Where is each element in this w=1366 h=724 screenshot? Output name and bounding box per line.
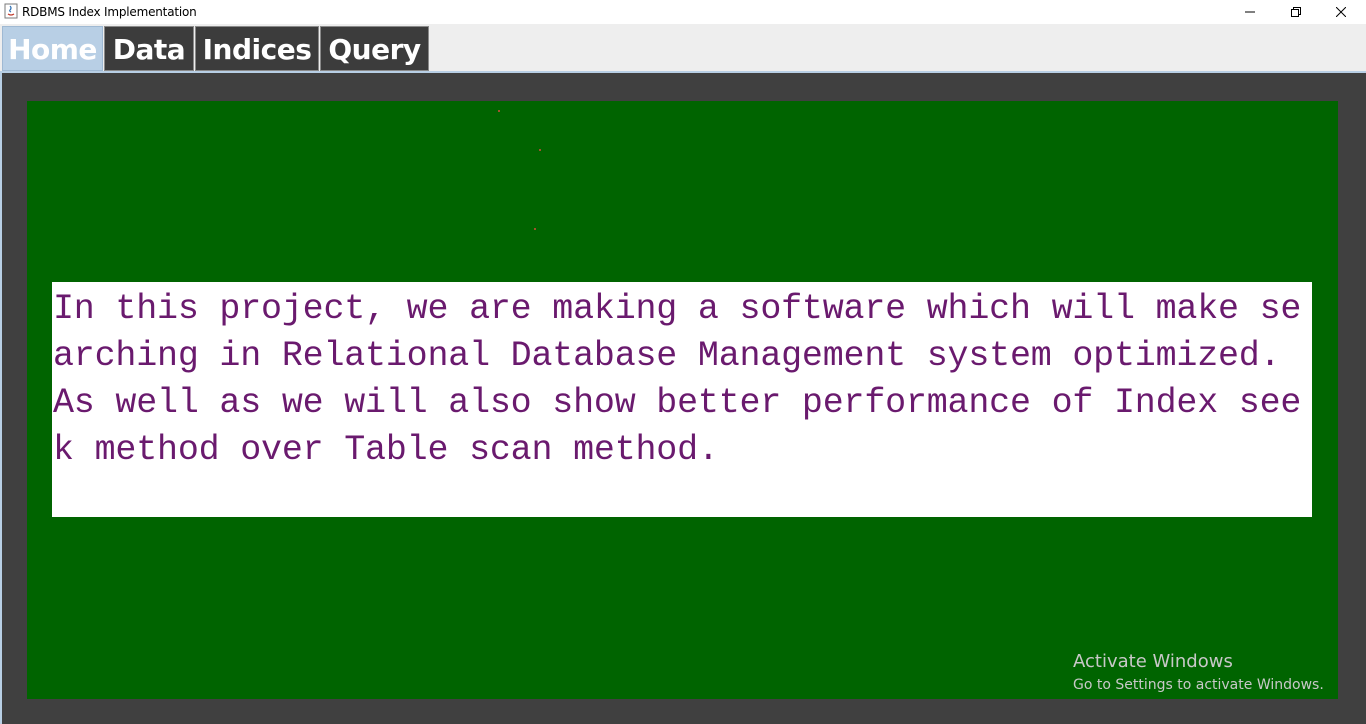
description-line: As well as we will also show better perf…: [53, 383, 1302, 423]
description-line: k method over Table scan method.: [53, 430, 719, 470]
watermark-subtitle: Go to Settings to activate Windows.: [1073, 677, 1324, 693]
speck: [498, 110, 500, 112]
title-bar: RDBMS Index Implementation: [0, 0, 1366, 24]
description-box: In this project, we are making a softwar…: [52, 282, 1312, 517]
activation-watermark: Activate Windows Go to Settings to activ…: [1073, 651, 1324, 695]
close-button[interactable]: [1318, 0, 1364, 24]
watermark-title: Activate Windows: [1073, 651, 1233, 672]
restore-button[interactable]: [1273, 0, 1319, 24]
tab-indices[interactable]: Indices: [195, 26, 319, 71]
speck: [534, 228, 536, 230]
description-line: In this project, we are making a softwar…: [53, 289, 1302, 329]
tab-query[interactable]: Query: [320, 26, 429, 71]
minimize-button[interactable]: [1227, 0, 1273, 24]
tab-data[interactable]: Data: [104, 26, 194, 71]
java-app-icon: [4, 3, 18, 19]
minimize-icon: [1245, 11, 1255, 13]
speck: [539, 149, 541, 151]
description-text: In this project, we are making a softwar…: [53, 286, 1312, 474]
restore-icon: [1291, 7, 1301, 17]
description-line: arching in Relational Database Managemen…: [53, 336, 1281, 376]
close-icon: [1336, 7, 1346, 17]
window-title: RDBMS Index Implementation: [22, 5, 197, 19]
tab-home[interactable]: Home: [2, 26, 103, 71]
